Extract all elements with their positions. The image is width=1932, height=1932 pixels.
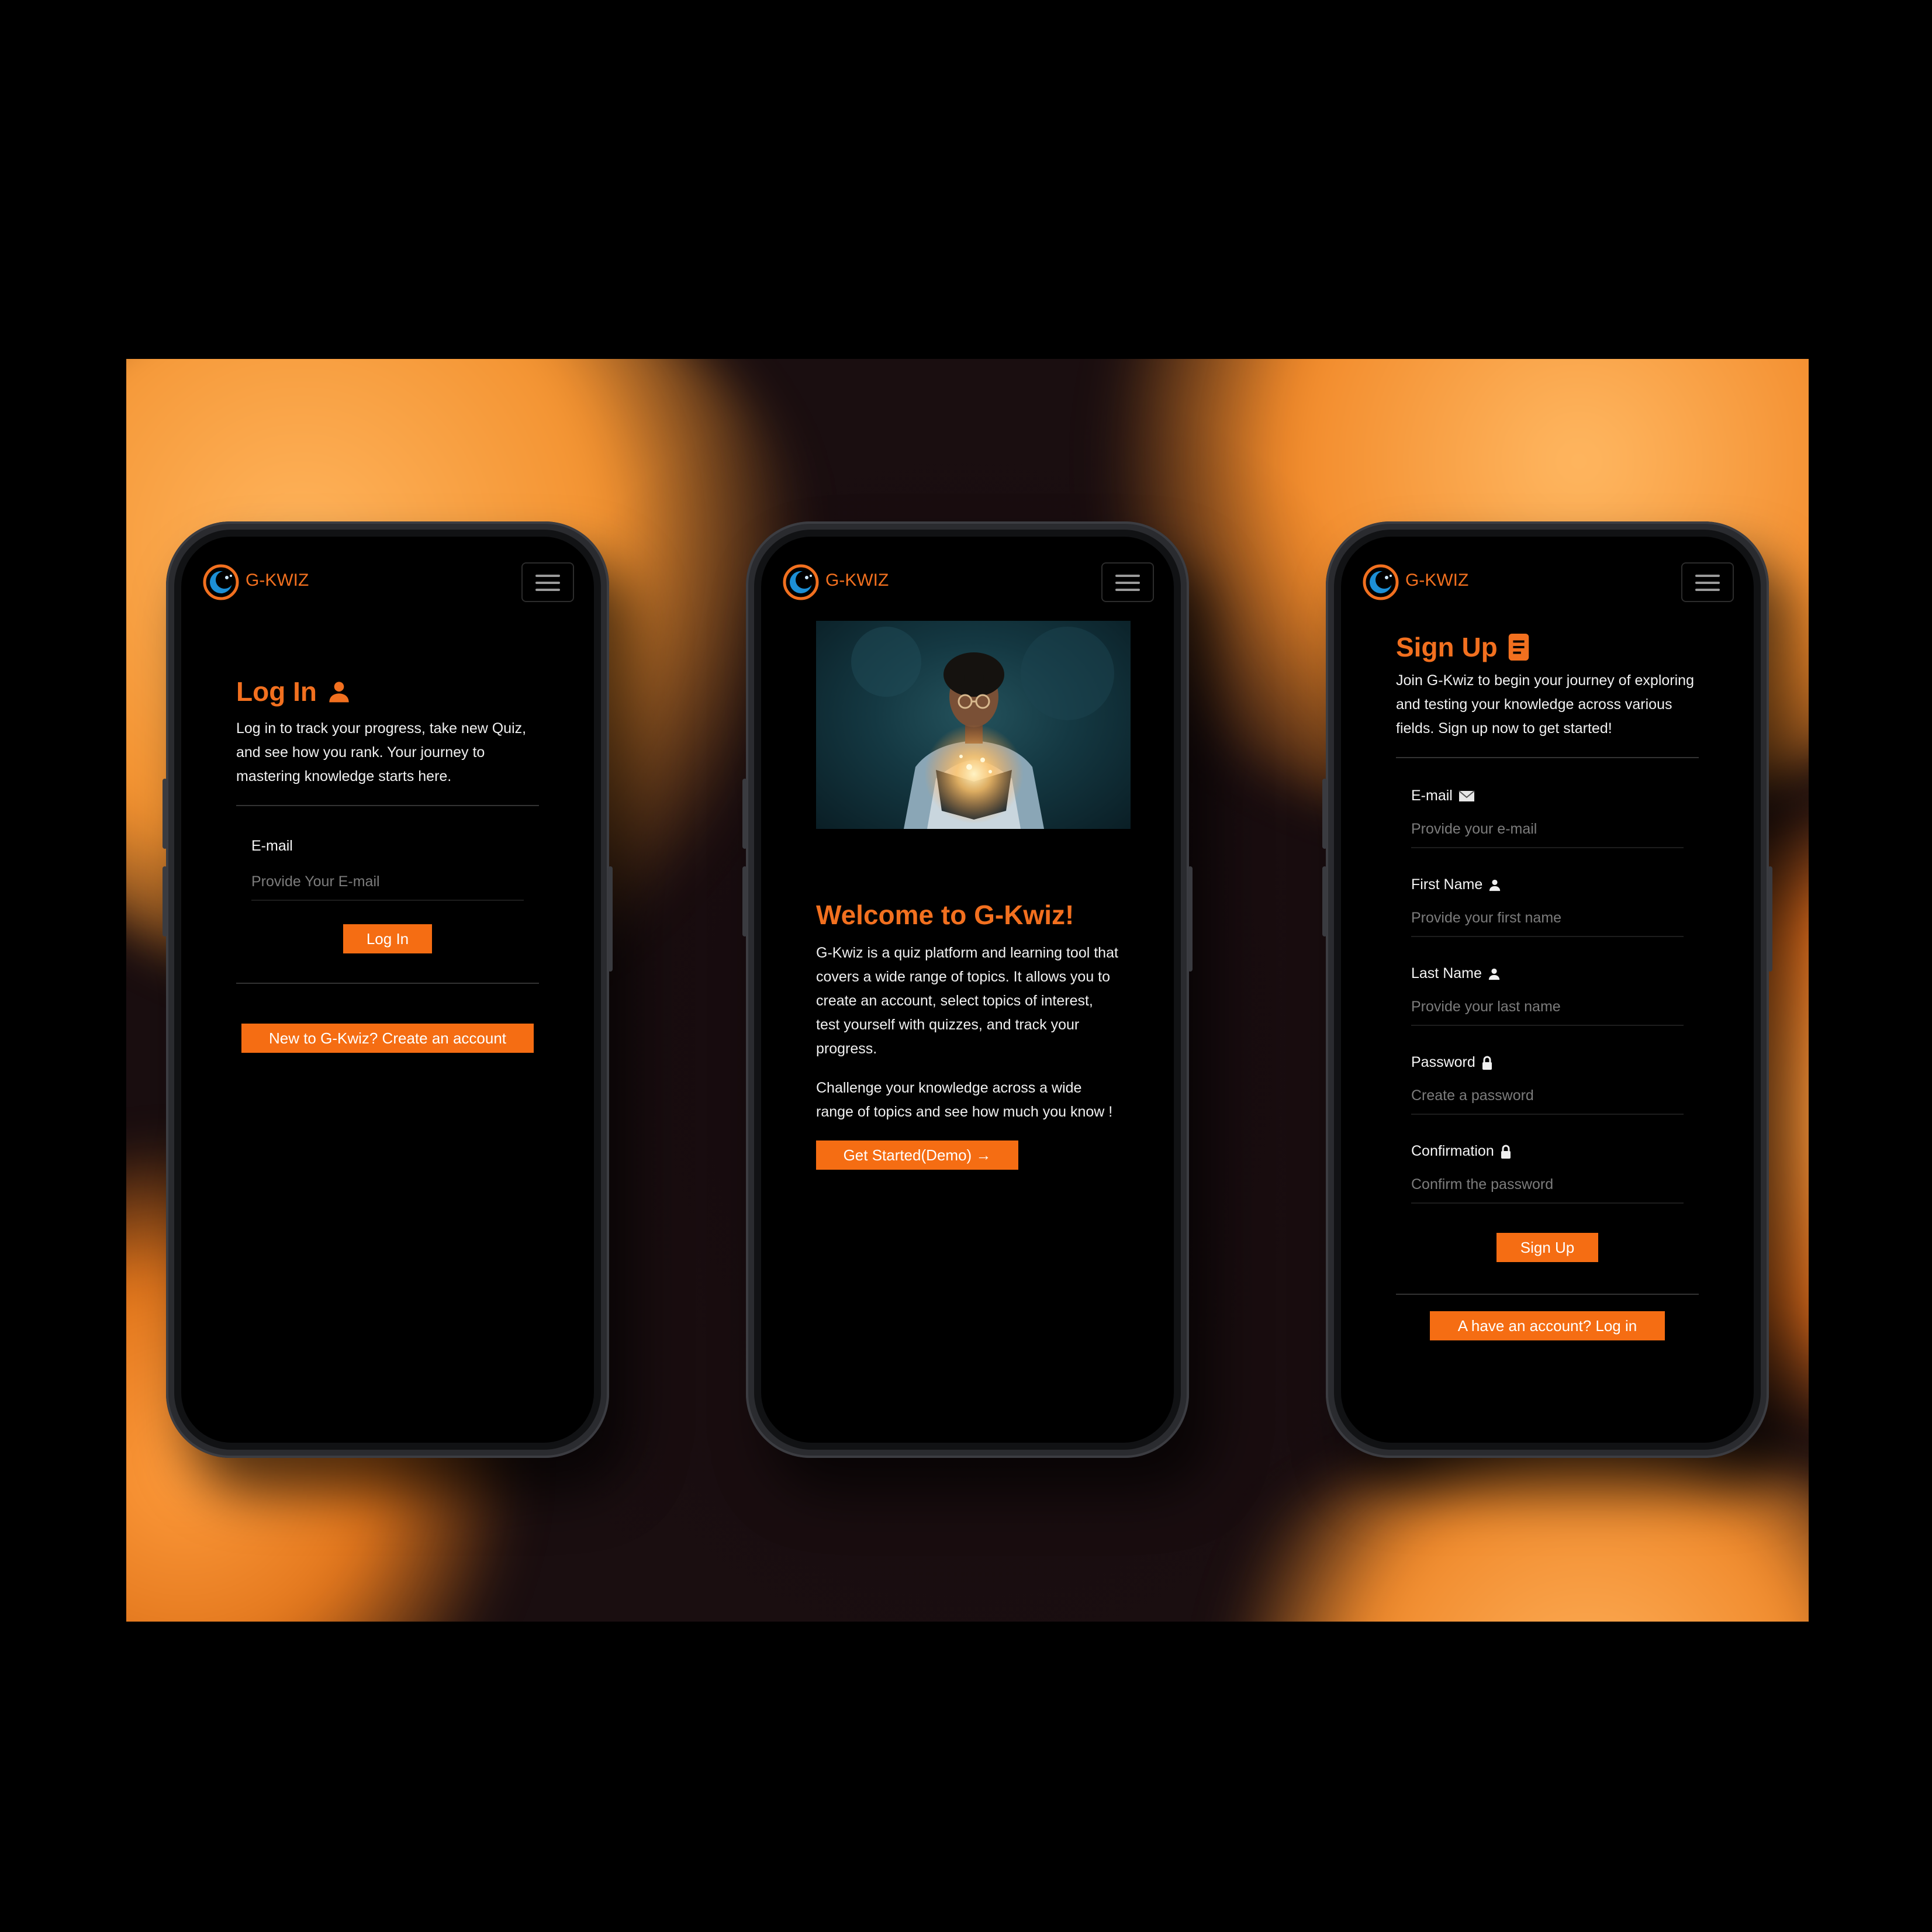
email-input[interactable] [1411, 815, 1684, 848]
have-account-login-button[interactable]: A have an account? Log in [1430, 1311, 1665, 1340]
navbar: G-KWIZ [1341, 537, 1754, 624]
email-group: E-mail [1411, 787, 1684, 876]
signup-submit-wrap: Sign Up [1396, 1233, 1699, 1262]
login-description: Log in to track your progress, take new … [236, 720, 527, 784]
email-label: E-mail [1411, 787, 1684, 804]
login-link-wrap: A have an account? Log in [1396, 1311, 1699, 1340]
email-label-text: E-mail [1411, 787, 1453, 804]
menu-icon [535, 589, 560, 591]
menu-icon [1115, 575, 1140, 577]
g-kwiz-logo-icon[interactable] [1362, 564, 1399, 601]
volume-button [163, 779, 167, 849]
email-group: E-mail [236, 838, 539, 901]
lock-icon [1501, 1145, 1511, 1159]
password-group: Password [1411, 1054, 1684, 1143]
divider [1396, 757, 1699, 758]
menu-icon [1115, 582, 1140, 584]
password-label: Password [1411, 1054, 1684, 1071]
last-name-label-text: Last Name [1411, 965, 1482, 981]
login-button[interactable]: Log In [343, 924, 432, 953]
menu-toggle-button[interactable] [1101, 562, 1154, 602]
navbar: G-KWIZ [181, 537, 594, 624]
get-started-button[interactable]: Get Started(Demo) → [816, 1140, 1018, 1170]
signup-title: Sign Up [1396, 631, 1699, 663]
last-name-input[interactable] [1411, 993, 1684, 1026]
document-icon [1508, 634, 1529, 661]
signup-form: Sign Up Join G-Kwiz to begin your journe… [1396, 631, 1699, 1340]
lock-icon [1482, 1056, 1492, 1070]
confirmation-group: Confirmation [1411, 1143, 1684, 1220]
welcome-content: Welcome to G-Kwiz! G-Kwiz is a quiz plat… [816, 899, 1119, 1170]
volume-button [742, 866, 747, 936]
welcome-paragraph-2: Challenge your knowledge across a wide r… [816, 1080, 1113, 1120]
volume-button [742, 779, 747, 849]
power-button [1768, 866, 1772, 972]
email-input[interactable] [251, 868, 524, 901]
confirmation-input[interactable] [1411, 1170, 1684, 1204]
g-kwiz-logo-icon[interactable] [202, 564, 240, 601]
phone-login: G-KWIZ Log In Log in to track your progr… [163, 521, 613, 1458]
user-icon [329, 682, 349, 703]
login-form: Log In Log in to track your progress, ta… [236, 676, 539, 1053]
user-icon [1489, 879, 1501, 891]
user-icon [1488, 968, 1500, 980]
volume-button [1322, 779, 1327, 849]
signup-button[interactable]: Sign Up [1496, 1233, 1598, 1262]
last-name-label: Last Name [1411, 965, 1684, 982]
brand-name[interactable]: G-KWIZ [246, 571, 309, 590]
login-screen: G-KWIZ Log In Log in to track your progr… [181, 537, 594, 1443]
login-title-text: Log In [236, 676, 317, 707]
volume-button [163, 866, 167, 936]
signup-description: Join G-Kwiz to begin your journey of exp… [1396, 672, 1694, 737]
menu-icon [1115, 589, 1140, 591]
signup-title-text: Sign Up [1396, 632, 1498, 662]
welcome-screen: G-KWIZ Welcome to G-Kwiz! G-Kwiz is a qu… [761, 537, 1174, 1443]
power-button [608, 866, 613, 972]
power-button [1188, 866, 1193, 972]
login-submit-wrap: Log In [236, 924, 539, 953]
volume-button [1322, 866, 1327, 936]
first-name-input[interactable] [1411, 904, 1684, 937]
signup-screen: G-KWIZ Sign Up Join G-Kwiz to begin your… [1341, 537, 1754, 1443]
email-label: E-mail [251, 838, 293, 854]
signup-fields: E-mail First Name [1396, 787, 1699, 1220]
welcome-title: Welcome to G-Kwiz! [816, 900, 1074, 930]
last-name-group: Last Name [1411, 965, 1684, 1054]
password-input[interactable] [1411, 1081, 1684, 1115]
hero-image [816, 621, 1131, 829]
create-account-button[interactable]: New to G-Kwiz? Create an account [241, 1024, 534, 1053]
divider [1396, 1294, 1699, 1295]
reading-person-illustration [851, 627, 1114, 829]
first-name-label: First Name [1411, 876, 1684, 893]
confirmation-label-text: Confirmation [1411, 1143, 1494, 1159]
menu-icon [1695, 589, 1720, 591]
phone-signup: G-KWIZ Sign Up Join G-Kwiz to begin your… [1322, 521, 1772, 1458]
first-name-label-text: First Name [1411, 876, 1483, 893]
phone-welcome: G-KWIZ Welcome to G-Kwiz! G-Kwiz is a qu… [742, 521, 1193, 1458]
login-title: Log In [236, 676, 539, 707]
brand-name[interactable]: G-KWIZ [1405, 571, 1468, 590]
divider [236, 983, 539, 984]
envelope-icon [1458, 790, 1475, 801]
divider [236, 805, 539, 806]
brand-name[interactable]: G-KWIZ [825, 571, 889, 590]
welcome-paragraph-1: G-Kwiz is a quiz platform and learning t… [816, 945, 1118, 1057]
password-label-text: Password [1411, 1054, 1475, 1070]
menu-icon [1695, 575, 1720, 577]
confirmation-label: Confirmation [1411, 1143, 1684, 1160]
menu-toggle-button[interactable] [521, 562, 574, 602]
menu-icon [535, 582, 560, 584]
first-name-group: First Name [1411, 876, 1684, 965]
create-account-wrap: New to G-Kwiz? Create an account [236, 1024, 539, 1053]
menu-toggle-button[interactable] [1681, 562, 1734, 602]
menu-icon [535, 575, 560, 577]
g-kwiz-logo-icon[interactable] [782, 564, 820, 601]
menu-icon [1695, 582, 1720, 584]
navbar: G-KWIZ [761, 537, 1174, 624]
